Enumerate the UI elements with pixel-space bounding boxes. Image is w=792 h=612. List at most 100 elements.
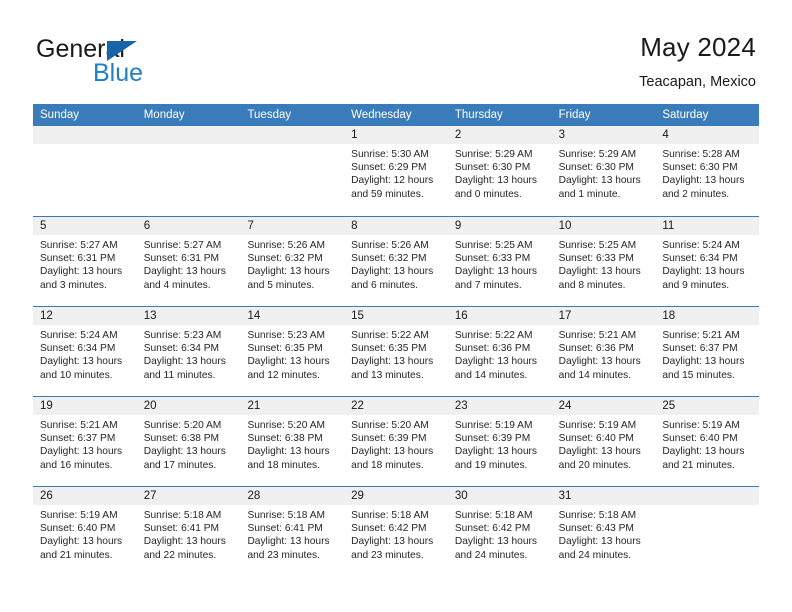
sunrise-time: Sunrise: 5:18 AM	[558, 510, 637, 521]
day-number: 15	[344, 307, 448, 325]
calendar-day-cell[interactable]: 6 Sunrise: 5:27 AM Sunset: 6:31 PM Daylight…	[136, 217, 241, 306]
calendar-day-cell[interactable]: 25 Sunrise: 5:19 AM Sunset: 6:40 PM Dayligh…	[655, 397, 760, 486]
calendar-day-cell[interactable]: 8 Sunrise: 5:26 AM Sunset: 6:32 PM Daylight…	[344, 217, 448, 306]
calendar-day-cell[interactable]: 23 Sunrise: 5:19 AM Sunset: 6:39 PM Dayligh…	[447, 397, 552, 486]
day-number: 17	[551, 307, 656, 325]
calendar-day-cell[interactable]: 3 Sunrise: 5:29 AM Sunset: 6:30 PM Daylight…	[551, 126, 656, 216]
daylight-duration-line2: and 12 minutes.	[247, 369, 320, 381]
calendar-day-cell[interactable]: 1 Sunrise: 5:30 AM Sunset: 6:29 PM Daylight…	[344, 126, 448, 216]
calendar-day-cell[interactable]: 30 Sunrise: 5:18 AM Sunset: 6:42 PM Dayligh…	[447, 487, 552, 576]
day-details: Sunrise: 5:24 AM Sunset: 6:34 PM Daylight:…	[655, 235, 759, 292]
sunrise-time: Sunrise: 5:24 AM	[40, 330, 118, 341]
sunrise-time: Sunrise: 5:22 AM	[351, 330, 429, 341]
daylight-duration-line1: Daylight: 13 hours	[40, 536, 123, 548]
calendar-day-cell[interactable]: 27 Sunrise: 5:18 AM Sunset: 6:41 PM Dayligh…	[136, 487, 241, 576]
sunrise-time: Sunrise: 5:21 AM	[662, 330, 740, 341]
sunset-time: Sunset: 6:42 PM	[351, 523, 427, 535]
day-details: Sunrise: 5:18 AM Sunset: 6:42 PM Daylight:…	[344, 505, 448, 562]
day-details: Sunrise: 5:26 AM Sunset: 6:32 PM Daylight:…	[240, 235, 344, 292]
general-blue-logo[interactable]: General Blue	[36, 36, 276, 92]
sunset-time: Sunset: 6:41 PM	[143, 523, 220, 535]
calendar-day-cell[interactable]: 20 Sunrise: 5:20 AM Sunset: 6:38 PM Dayligh…	[136, 397, 241, 486]
sunset-time: Sunset: 6:36 PM	[454, 343, 531, 355]
day-details: Sunrise: 5:21 AM Sunset: 6:36 PM Daylight:…	[552, 325, 656, 382]
sunset-time: Sunset: 6:36 PM	[558, 343, 634, 355]
daylight-duration-line1: Daylight: 13 hours	[454, 175, 537, 187]
calendar-day-cell[interactable]: 11 Sunrise: 5:24 AM Sunset: 6:34 PM Dayligh…	[655, 217, 760, 306]
day-number: 30	[447, 487, 552, 505]
day-details: Sunrise: 5:18 AM Sunset: 6:41 PM Daylight:…	[240, 505, 344, 562]
day-number: 6	[136, 217, 241, 235]
sunset-time: Sunset: 6:34 PM	[662, 253, 738, 265]
calendar-day-cell[interactable]: 24 Sunrise: 5:19 AM Sunset: 6:40 PM Dayligh…	[551, 397, 656, 486]
calendar-day-cell[interactable]: 10 Sunrise: 5:25 AM Sunset: 6:33 PM Dayligh…	[551, 217, 656, 306]
sunset-time: Sunset: 6:38 PM	[247, 433, 323, 445]
calendar-day-cell[interactable]: 12 Sunrise: 5:24 AM Sunset: 6:34 PM Dayligh…	[33, 307, 137, 396]
calendar-day-cell[interactable]: 18 Sunrise: 5:21 AM Sunset: 6:37 PM Dayligh…	[655, 307, 760, 396]
day-number: 10	[551, 217, 656, 235]
weekday-header-monday: Monday	[143, 109, 185, 121]
day-details	[137, 144, 241, 148]
calendar-day-cell[interactable]: 21 Sunrise: 5:20 AM Sunset: 6:38 PM Dayligh…	[240, 397, 345, 486]
daylight-duration-line2: and 3 minutes.	[40, 279, 107, 291]
calendar-day-cell[interactable]: 22 Sunrise: 5:20 AM Sunset: 6:39 PM Dayligh…	[344, 397, 448, 486]
daylight-duration-line2: and 23 minutes.	[247, 549, 320, 561]
calendar-day-cell[interactable]: 9 Sunrise: 5:25 AM Sunset: 6:33 PM Daylight…	[447, 217, 552, 306]
day-details	[240, 144, 344, 148]
sunset-time: Sunset: 6:35 PM	[247, 343, 323, 355]
sunrise-time: Sunrise: 5:19 AM	[454, 420, 533, 431]
daylight-duration-line2: and 22 minutes.	[143, 549, 217, 561]
daylight-duration-line1: Daylight: 13 hours	[351, 536, 434, 548]
calendar-day-cell[interactable]: 13 Sunrise: 5:23 AM Sunset: 6:34 PM Dayligh…	[136, 307, 241, 396]
sunset-time: Sunset: 6:29 PM	[351, 162, 427, 174]
day-number: 2	[447, 126, 552, 144]
sunset-time: Sunset: 6:35 PM	[351, 343, 427, 355]
sunrise-time: Sunrise: 5:26 AM	[351, 240, 429, 251]
daylight-duration-line1: Daylight: 13 hours	[247, 356, 330, 368]
day-details: Sunrise: 5:26 AM Sunset: 6:32 PM Daylight:…	[344, 235, 448, 292]
day-details: Sunrise: 5:29 AM Sunset: 6:30 PM Daylight:…	[448, 144, 552, 201]
page-title: May 2024	[640, 32, 756, 62]
sunrise-time: Sunrise: 5:21 AM	[40, 420, 118, 431]
daylight-duration-line1: Daylight: 13 hours	[454, 356, 537, 368]
sunset-time: Sunset: 6:33 PM	[558, 253, 634, 265]
sunrise-time: Sunrise: 5:27 AM	[143, 240, 222, 251]
day-number	[655, 487, 760, 505]
calendar-day-cell[interactable]: 19 Sunrise: 5:21 AM Sunset: 6:37 PM Dayligh…	[33, 397, 137, 486]
sunrise-time: Sunrise: 5:25 AM	[558, 240, 637, 251]
calendar-day-cell[interactable]: 2 Sunrise: 5:29 AM Sunset: 6:30 PM Daylight…	[447, 126, 552, 216]
calendar-day-cell[interactable]: 14 Sunrise: 5:23 AM Sunset: 6:35 PM Dayligh…	[240, 307, 345, 396]
calendar-day-cell[interactable]: 17 Sunrise: 5:21 AM Sunset: 6:36 PM Dayligh…	[551, 307, 656, 396]
calendar-day-cell[interactable]: 16 Sunrise: 5:22 AM Sunset: 6:36 PM Dayligh…	[447, 307, 552, 396]
logo-triangle-icon	[107, 41, 137, 61]
daylight-duration-line2: and 23 minutes.	[351, 549, 424, 561]
day-details	[33, 144, 137, 148]
calendar-day-cell[interactable]: 29 Sunrise: 5:18 AM Sunset: 6:42 PM Dayligh…	[344, 487, 448, 576]
sunrise-time: Sunrise: 5:18 AM	[454, 510, 533, 521]
calendar-day-cell-empty	[240, 126, 345, 216]
calendar-weeks: 1 Sunrise: 5:30 AM Sunset: 6:29 PM Daylight…	[33, 126, 760, 576]
calendar-day-cell[interactable]: 5 Sunrise: 5:27 AM Sunset: 6:31 PM Daylight…	[33, 217, 137, 306]
daylight-duration-line2: and 14 minutes.	[454, 369, 528, 381]
calendar-day-cell[interactable]: 7 Sunrise: 5:26 AM Sunset: 6:32 PM Daylight…	[240, 217, 345, 306]
weekday-header-sunday: Sunday	[40, 109, 80, 121]
calendar-day-cell-empty	[33, 126, 137, 216]
daylight-duration-line1: Daylight: 13 hours	[662, 175, 745, 187]
daylight-duration-line2: and 5 minutes.	[247, 279, 315, 291]
daylight-duration-line2: and 7 minutes.	[454, 279, 522, 291]
day-details: Sunrise: 5:20 AM Sunset: 6:38 PM Daylight:…	[240, 415, 344, 472]
daylight-duration-line2: and 1 minute.	[558, 188, 621, 200]
day-number: 14	[240, 307, 345, 325]
sunrise-time: Sunrise: 5:24 AM	[662, 240, 740, 251]
day-details: Sunrise: 5:23 AM Sunset: 6:35 PM Daylight:…	[240, 325, 344, 382]
calendar-day-cell[interactable]: 31 Sunrise: 5:18 AM Sunset: 6:43 PM Dayligh…	[551, 487, 656, 576]
calendar-day-cell[interactable]: 15 Sunrise: 5:22 AM Sunset: 6:35 PM Dayligh…	[344, 307, 448, 396]
calendar-day-cell[interactable]: 4 Sunrise: 5:28 AM Sunset: 6:30 PM Daylight…	[655, 126, 760, 216]
day-number: 13	[136, 307, 241, 325]
daylight-duration-line2: and 19 minutes.	[454, 459, 528, 471]
daylight-duration-line1: Daylight: 13 hours	[662, 446, 745, 458]
daylight-duration-line1: Daylight: 13 hours	[558, 536, 641, 548]
calendar-day-cell[interactable]: 26 Sunrise: 5:19 AM Sunset: 6:40 PM Dayligh…	[33, 487, 137, 576]
calendar-day-cell[interactable]: 28 Sunrise: 5:18 AM Sunset: 6:41 PM Dayligh…	[240, 487, 345, 576]
sunset-time: Sunset: 6:37 PM	[40, 433, 116, 445]
